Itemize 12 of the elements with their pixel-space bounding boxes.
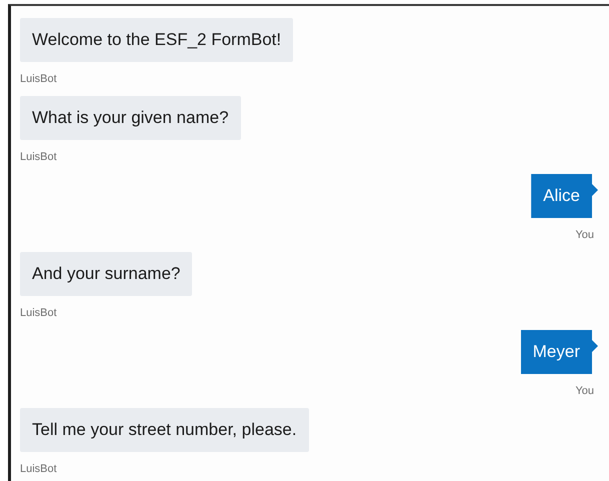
user-message-bubble: Alice [531,174,598,218]
bot-message-bubble: And your surname? [20,252,192,296]
bot-message-bubble: Welcome to the ESF_2 FormBot! [20,18,294,62]
sender-name: You [575,229,594,242]
user-message-bubble: Meyer [520,330,598,374]
sender-name: LuisBot [20,307,57,320]
sender-name: You [575,385,594,398]
sender-name: LuisBot [20,73,57,86]
sender-name: LuisBot [20,151,57,164]
sender-name: LuisBot [20,463,57,476]
bot-message-bubble: What is your given name? [20,96,241,140]
bot-message-bubble: Tell me your street number, please. [20,408,309,452]
